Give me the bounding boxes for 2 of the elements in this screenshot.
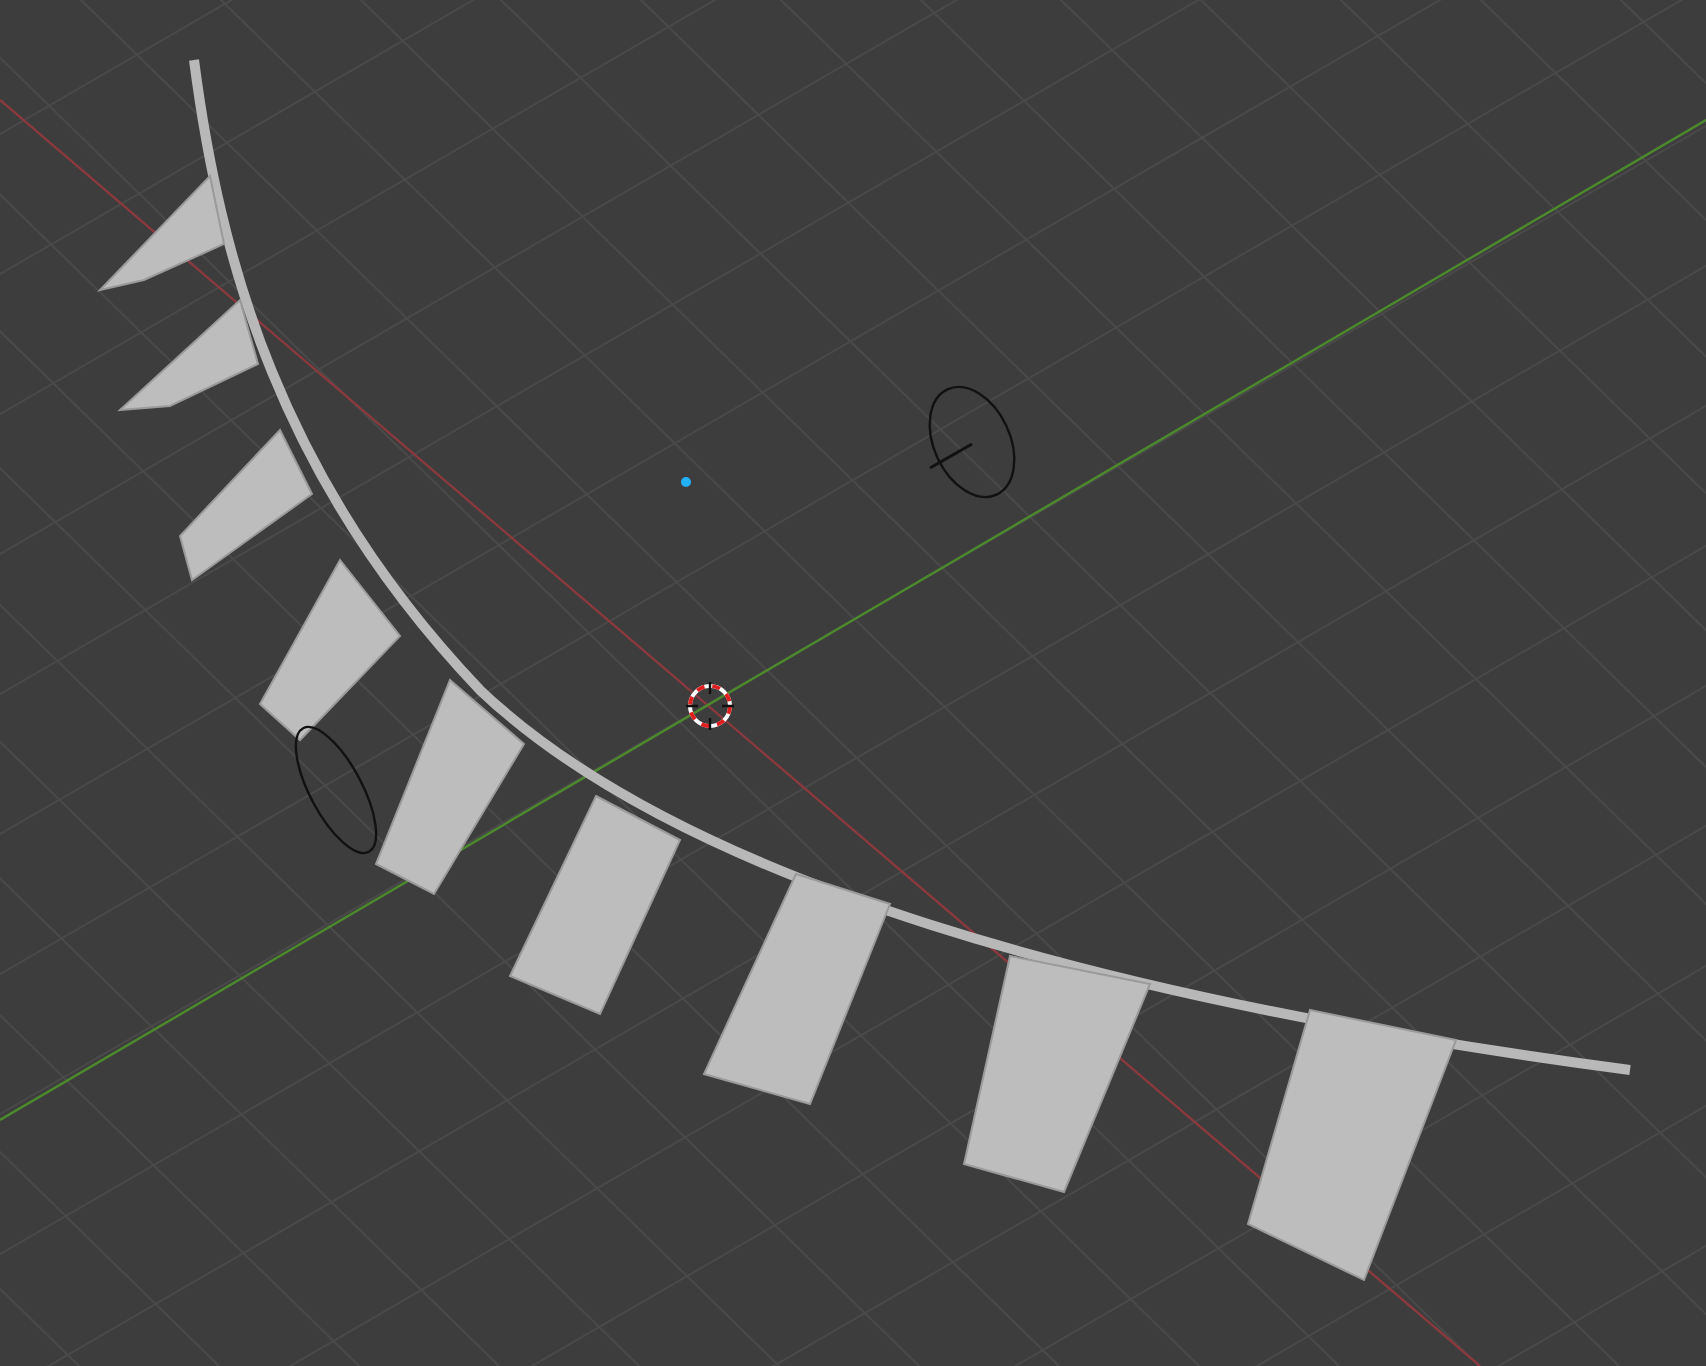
cursor-3d-icon[interactable] — [684, 680, 736, 732]
light-icon[interactable] — [681, 477, 691, 487]
